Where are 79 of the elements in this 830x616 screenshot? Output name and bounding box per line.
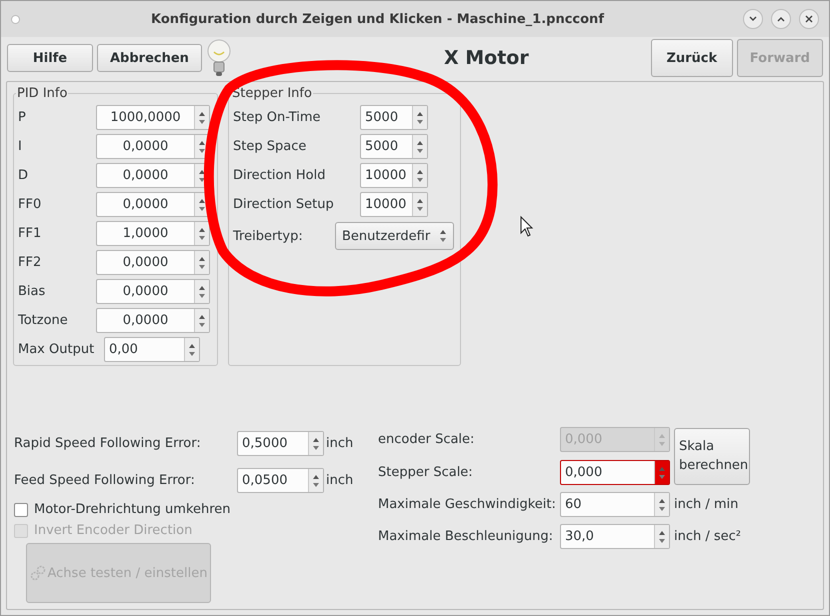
panel-title: PID Info: [16, 86, 68, 101]
field-label: Treibertyp:: [233, 228, 304, 244]
spin-field[interactable]: 0,0000: [96, 308, 210, 333]
field-label: Step On-Time: [233, 110, 322, 125]
minimize-button[interactable]: [743, 9, 763, 29]
field-label: Step Space: [233, 139, 308, 154]
field-label: Stepper Scale:: [378, 465, 474, 480]
unit-label: inch: [326, 473, 354, 488]
spin-arrows-icon[interactable]: [198, 284, 206, 300]
spin-arrows-icon[interactable]: [416, 138, 424, 154]
checkbox[interactable]: [14, 502, 28, 516]
spin-arrows-icon[interactable]: [312, 472, 320, 488]
field-label: encoder Scale:: [378, 432, 476, 448]
nav-button[interactable]: Zurück: [650, 39, 733, 77]
field-label: Rapid Speed Following Error:: [14, 436, 202, 451]
spin-field[interactable]: 0,000: [560, 460, 670, 486]
unit-label: inch: [326, 436, 354, 451]
field-label: Feed Speed Following Error:: [14, 473, 196, 488]
field-label: FF2: [18, 255, 42, 270]
mouse-cursor-icon: [520, 216, 534, 237]
unit-label: inch / sec²: [674, 529, 742, 544]
spin-field[interactable]: 0,0000: [96, 134, 210, 159]
lightbulb-icon: [206, 38, 232, 78]
spin-field[interactable]: 10000: [360, 192, 428, 217]
spin-field[interactable]: 0,00: [104, 337, 200, 362]
field-label: FF0: [18, 197, 42, 212]
spin-arrows-icon[interactable]: [416, 196, 424, 212]
toolbar-button[interactable]: Hilfe: [7, 44, 93, 72]
spin-arrows-icon[interactable]: [198, 110, 206, 126]
field-label: D: [18, 168, 30, 183]
field-label: Maximale Geschwindigkeit:: [378, 497, 557, 512]
window-title: Konfiguration durch Zeigen und Klicken - Maschine_1.pncconf: [150, 12, 606, 26]
spin-arrows-icon[interactable]: [312, 436, 320, 452]
field-label: Bias: [18, 284, 46, 299]
spin-field[interactable]: 0,0500: [237, 468, 324, 493]
driver-type-dropdown[interactable]: Benutzerdefir: [335, 222, 454, 250]
chevron-down-icon: [749, 16, 757, 22]
spin-field[interactable]: 0,5000: [237, 431, 324, 456]
spin-arrows-icon[interactable]: [198, 196, 206, 212]
calculate-scale-button[interactable]: Skala berechnen: [674, 428, 750, 485]
spin-field[interactable]: 5000: [360, 134, 428, 159]
spin-arrows-icon[interactable]: [416, 110, 424, 126]
spin-arrows-icon[interactable]: [439, 228, 447, 244]
spin-field[interactable]: 60: [560, 492, 670, 518]
field-label: Direction Setup: [233, 197, 335, 212]
spin-arrows-icon[interactable]: [198, 254, 206, 270]
field-label: P: [18, 110, 27, 125]
spin-arrows-icon[interactable]: [198, 138, 206, 154]
field-label: Direction Hold: [233, 168, 326, 183]
spin-arrows-icon[interactable]: [198, 312, 206, 328]
spin-arrows-icon[interactable]: [198, 168, 206, 184]
spin-field[interactable]: 1,0000: [96, 221, 210, 246]
toolbar-button[interactable]: Abbrechen: [97, 44, 202, 72]
field-label: Totzone: [18, 313, 69, 328]
field-label: FF1: [18, 226, 42, 241]
gears-icon: [30, 565, 46, 581]
spin-field[interactable]: 1000,0000: [96, 105, 210, 130]
close-icon: [805, 15, 813, 23]
chevron-up-icon: [777, 16, 785, 22]
spin-field[interactable]: 0,0000: [96, 192, 210, 217]
field-label: Maximale Beschleunigung:: [378, 529, 554, 544]
spin-arrows-icon[interactable]: [188, 342, 196, 358]
maximize-button[interactable]: [771, 9, 791, 29]
unit-label: inch / min: [674, 497, 740, 512]
spin-arrows-icon[interactable]: [658, 528, 666, 545]
spin-field[interactable]: 30,0: [560, 524, 670, 550]
spin-field[interactable]: 0,0000: [96, 279, 210, 304]
checkbox-label: Motor-Drehrichtung umkehren: [34, 502, 231, 517]
spin-arrows-icon[interactable]: [416, 168, 424, 184]
checkbox-label: Invert Encoder Direction: [34, 523, 192, 538]
spin-field[interactable]: 5000: [360, 105, 428, 130]
spin-arrows-icon[interactable]: [658, 496, 666, 513]
close-button[interactable]: [799, 9, 819, 29]
field-label: I: [18, 139, 23, 154]
spin-arrows-icon[interactable]: [198, 226, 206, 242]
spin-field[interactable]: 0,0000: [96, 250, 210, 275]
field-label: Max Output: [18, 342, 96, 357]
spin-field[interactable]: 10000: [360, 163, 428, 188]
page-heading: X Motor: [443, 47, 530, 69]
